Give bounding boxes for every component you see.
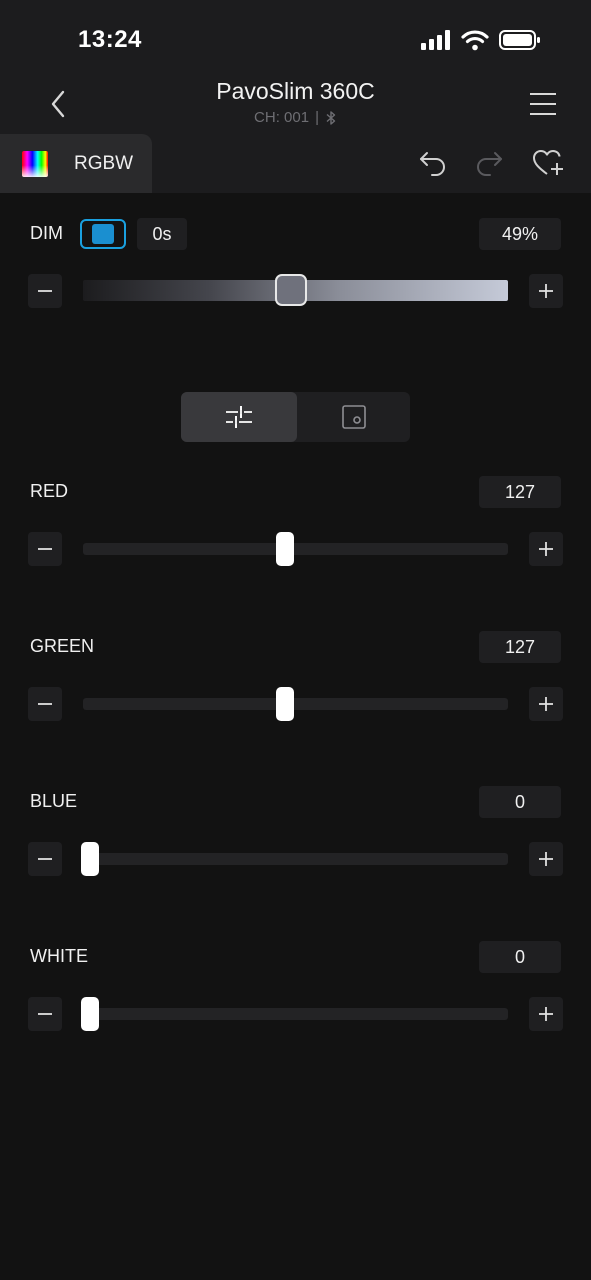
plus-icon xyxy=(539,284,553,298)
menu-button[interactable] xyxy=(527,88,559,120)
dim-decrease-button[interactable] xyxy=(28,274,62,308)
page-title: PavoSlim 360C xyxy=(216,78,375,104)
color-swatch-icon xyxy=(22,150,48,177)
white-decrease-button[interactable] xyxy=(28,997,62,1031)
subtitle-separator: | xyxy=(315,109,319,126)
red-slider-thumb[interactable] xyxy=(275,532,294,566)
dim-toggle[interactable] xyxy=(80,219,126,249)
channel-value-field[interactable]: 0 xyxy=(479,941,561,973)
hamburger-icon xyxy=(530,93,556,115)
minus-icon xyxy=(38,858,52,860)
tab-label: RGBW xyxy=(74,152,134,174)
heart-add-icon xyxy=(533,150,563,175)
fade-time-field[interactable]: 0s xyxy=(137,218,187,250)
red-slider-track[interactable] xyxy=(83,532,508,566)
undo-icon xyxy=(420,152,445,176)
dim-slider-track[interactable] xyxy=(83,274,508,306)
color-picker-icon xyxy=(341,405,366,429)
blue-slider-thumb[interactable] xyxy=(81,842,99,876)
signal-icon xyxy=(421,30,450,50)
redo-button[interactable] xyxy=(472,146,506,180)
green-increase-button[interactable] xyxy=(529,687,563,721)
dim-toggle-indicator xyxy=(92,224,114,244)
green-decrease-button[interactable] xyxy=(28,687,62,721)
white-slider-thumb[interactable] xyxy=(81,997,99,1031)
dim-slider-thumb[interactable] xyxy=(275,274,308,306)
add-favorite-button[interactable] xyxy=(531,146,565,180)
mode-segmented-control xyxy=(181,392,410,442)
redo-icon xyxy=(477,152,502,176)
blue-increase-button[interactable] xyxy=(529,842,563,876)
undo-button[interactable] xyxy=(416,146,450,180)
sliders-icon xyxy=(226,406,252,428)
minus-icon xyxy=(38,290,52,292)
dim-increase-button[interactable] xyxy=(529,274,563,308)
channel-value-field[interactable]: 127 xyxy=(479,476,561,508)
plus-icon xyxy=(539,697,553,711)
status-icons xyxy=(421,28,541,52)
red-increase-button[interactable] xyxy=(529,532,563,566)
plus-icon xyxy=(539,542,553,556)
bluetooth-icon xyxy=(326,110,336,125)
white-increase-button[interactable] xyxy=(529,997,563,1031)
tab-rgbw[interactable]: RGBW xyxy=(0,134,152,193)
blue-slider-track[interactable] xyxy=(81,842,508,876)
channel-label: CH: 001 xyxy=(254,109,310,126)
dim-value-field[interactable]: 49% xyxy=(479,218,561,250)
top-bar: 13:24 PavoSlim 360C CH: 001 | RGBW xyxy=(0,0,591,193)
green-slider-track[interactable] xyxy=(83,687,508,721)
channel-label: BLUE xyxy=(30,791,78,811)
wifi-icon xyxy=(461,30,489,51)
channel-label: RED xyxy=(30,481,69,501)
minus-icon xyxy=(38,703,52,705)
red-decrease-button[interactable] xyxy=(28,532,62,566)
green-slider-thumb[interactable] xyxy=(275,687,294,721)
white-slider-track[interactable] xyxy=(81,997,508,1031)
device-subtitle: CH: 001 | xyxy=(0,109,591,126)
color-picker-mode-button[interactable] xyxy=(297,392,410,442)
dim-label: DIM xyxy=(30,223,63,243)
battery-icon xyxy=(499,30,540,50)
plus-icon xyxy=(539,852,553,866)
plus-icon xyxy=(539,1007,553,1021)
channel-value-field[interactable]: 0 xyxy=(479,786,561,818)
status-time: 13:24 xyxy=(78,26,142,53)
minus-icon xyxy=(38,1013,52,1015)
blue-decrease-button[interactable] xyxy=(28,842,62,876)
channel-label: WHITE xyxy=(30,946,88,966)
minus-icon xyxy=(38,548,52,550)
channel-label: GREEN xyxy=(30,636,95,656)
channel-value-field[interactable]: 127 xyxy=(479,631,561,663)
sliders-mode-button[interactable] xyxy=(181,392,297,442)
